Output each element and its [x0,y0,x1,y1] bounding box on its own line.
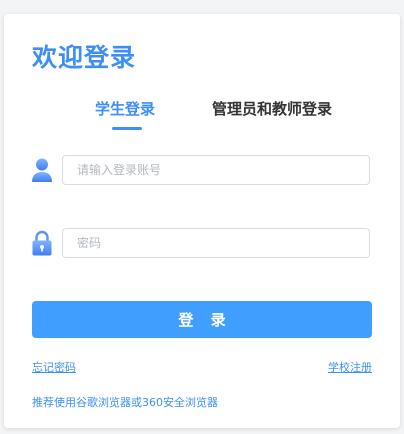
active-tab-indicator [112,127,142,130]
password-input[interactable] [62,228,370,258]
login-button[interactable]: 登 录 [32,301,372,338]
page-title: 欢迎登录 [32,43,137,72]
lock-icon [32,230,52,256]
user-icon [32,158,52,182]
forgot-password-link[interactable]: 忘记密码 [32,359,76,375]
login-card: 欢迎登录 学生登录 管理员和教师登录 登 录 忘记密码 学校注册 推荐使用谷歌浏… [4,14,400,428]
browser-recommendation: 推荐使用谷歌浏览器或360安全浏览器 [32,396,218,409]
tab-student-login[interactable]: 学生登录 [95,98,155,119]
tab-admin-teacher-login[interactable]: 管理员和教师登录 [212,98,332,119]
school-register-link[interactable]: 学校注册 [328,359,372,375]
username-input[interactable] [62,155,370,185]
